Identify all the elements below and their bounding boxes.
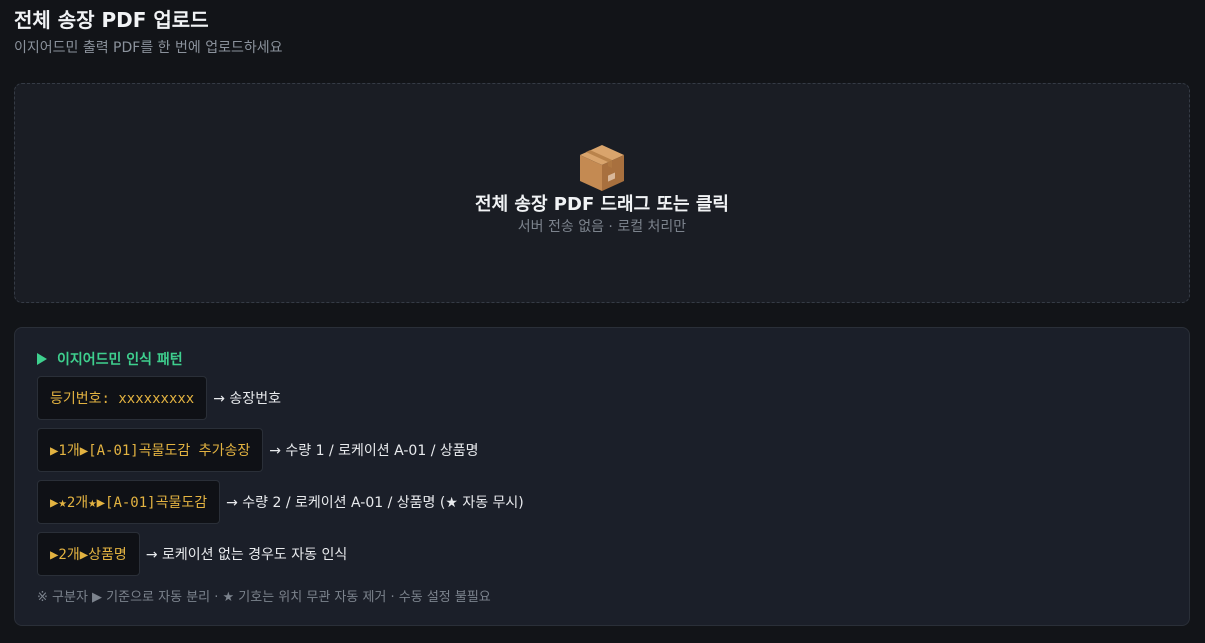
pattern-list: 등기번호: xxxxxxxxx → 송장번호 ▶1개▶[A-01]곡물도감 추가… <box>37 376 1189 576</box>
pattern-description: → 수량 2 / 로케이션 A-01 / 상품명 (★ 자동 무시) <box>226 495 524 511</box>
pattern-row: ▶★2개★▶[A-01]곡물도감 → 수량 2 / 로케이션 A-01 / 상품… <box>37 480 1189 524</box>
page-subtitle: 이지어드민 출력 PDF를 한 번에 업로드하세요 <box>14 40 283 56</box>
pattern-heading: 이지어드민 인식 패턴 <box>37 348 1189 370</box>
pattern-code: 등기번호: xxxxxxxxx <box>37 376 208 420</box>
pattern-row: 등기번호: xxxxxxxxx → 송장번호 <box>37 376 1189 420</box>
pattern-description: → 송장번호 <box>213 391 281 407</box>
dropzone-subtitle: 서버 전송 없음 · 로컬 처리만 <box>517 219 687 235</box>
pattern-footnote: ※ 구분자 ▶ 기준으로 자동 분리 · ★ 기호는 위치 무관 자동 제거 ·… <box>37 590 491 605</box>
pattern-description: → 로케이션 없는 경우도 자동 인식 <box>145 547 348 563</box>
page-title: 전체 송장 PDF 업로드 <box>14 8 209 32</box>
pattern-heading-label: 이지어드민 인식 패턴 <box>57 352 183 368</box>
pdf-dropzone[interactable]: 전체 송장 PDF 드래그 또는 클릭 서버 전송 없음 · 로컬 처리만 <box>14 83 1190 303</box>
play-triangle-icon <box>37 353 47 365</box>
pattern-info-panel: 이지어드민 인식 패턴 등기번호: xxxxxxxxx → 송장번호 ▶1개▶[… <box>14 327 1190 626</box>
package-box-icon <box>580 145 624 191</box>
pattern-code: ▶2개▶상품명 <box>37 532 140 576</box>
dropzone-title: 전체 송장 PDF 드래그 또는 클릭 <box>475 194 729 215</box>
pattern-code: ▶★2개★▶[A-01]곡물도감 <box>37 480 221 524</box>
pattern-description: → 수량 1 / 로케이션 A-01 / 상품명 <box>269 443 479 459</box>
pattern-row: ▶2개▶상품명 → 로케이션 없는 경우도 자동 인식 <box>37 532 1189 576</box>
pattern-code: ▶1개▶[A-01]곡물도감 추가송장 <box>37 428 264 472</box>
page: 전체 송장 PDF 업로드 이지어드민 출력 PDF를 한 번에 업로드하세요 … <box>0 0 1205 643</box>
page-header: 전체 송장 PDF 업로드 이지어드민 출력 PDF를 한 번에 업로드하세요 <box>14 6 283 58</box>
pattern-row: ▶1개▶[A-01]곡물도감 추가송장 → 수량 1 / 로케이션 A-01 /… <box>37 428 1189 472</box>
